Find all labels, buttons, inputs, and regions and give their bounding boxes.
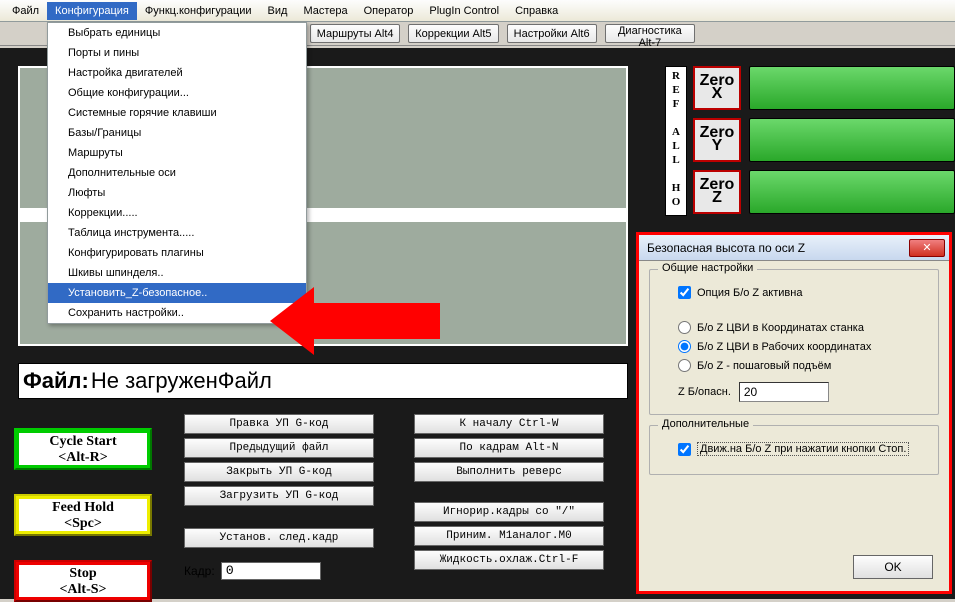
zero-z-button[interactable]: ZeroZ [693, 170, 741, 214]
close-icon[interactable]: ✕ [909, 239, 945, 257]
tab-routes[interactable]: Маршруты Alt4 [310, 24, 400, 43]
work-coords-radio[interactable] [678, 340, 691, 353]
file-value: Не загруженФайл [91, 368, 272, 394]
safe-z-active-label: Опция Б/о Z активна [697, 287, 802, 299]
close-gcode-button[interactable]: Закрыть УП G-код [184, 462, 374, 482]
feed-hold-button[interactable]: Feed Hold<Spc> [14, 494, 152, 536]
group1-legend: Общие настройки [658, 262, 757, 274]
menu-help[interactable]: Справка [507, 2, 566, 20]
safe-z-field-label: Z Б/опасн. [678, 386, 731, 398]
dialog-title: Безопасная высота по оси Z [643, 241, 909, 255]
prev-file-button[interactable]: Предыдущий файл [184, 438, 374, 458]
flood-button[interactable]: Жидкость.охлаж.Ctrl-F [414, 550, 604, 570]
tab-diagnostics[interactable]: Диагностика Alt-7 [605, 24, 695, 43]
menubar: Файл Конфигурация Функц.конфигурации Вид… [0, 0, 955, 22]
additional-group: Дополнительные Движ.на Б/о Z при нажатии… [649, 425, 939, 475]
edit-gcode-button[interactable]: Правка УП G-код [184, 414, 374, 434]
rewind-button[interactable]: К началу Ctrl-W [414, 414, 604, 434]
optional-stop-button[interactable]: Приним. M1аналог.M0 [414, 526, 604, 546]
stop-button[interactable]: Stop<Alt-S> [14, 560, 152, 602]
dd-spindle-pulleys[interactable]: Шкивы шпинделя.. [48, 263, 306, 283]
line-number-row: Кадр: [184, 562, 321, 580]
safe-z-dialog: Безопасная высота по оси Z ✕ Общие настр… [636, 232, 952, 594]
dd-motor-tuning[interactable]: Настройка двигателей [48, 63, 306, 83]
single-step-button[interactable]: По кадрам Alt-N [414, 438, 604, 458]
zero-y-button[interactable]: ZeroY [693, 118, 741, 162]
cycle-start-button[interactable]: Cycle Start<Alt-R> [14, 428, 152, 470]
dd-save-settings[interactable]: Сохранить настройки.. [48, 303, 306, 323]
config-dropdown: Выбрать единицы Порты и пины Настройка д… [47, 22, 307, 324]
dd-safe-z[interactable]: Установить_Z-безопасное.. [48, 283, 306, 303]
stop-move-checkbox[interactable] [678, 443, 691, 456]
dd-select-units[interactable]: Выбрать единицы [48, 23, 306, 43]
menu-plugin[interactable]: PlugIn Control [421, 2, 507, 20]
menu-file[interactable]: Файл [4, 2, 47, 20]
safe-z-active-checkbox[interactable] [678, 286, 691, 299]
load-gcode-button[interactable]: Загрузить УП G-код [184, 486, 374, 506]
incremental-label: Б/о Z - пошаговый подъём [697, 360, 831, 372]
file-line: Файл: Не загруженФайл [18, 363, 628, 399]
machine-coords-radio[interactable] [678, 321, 691, 334]
menu-wizards[interactable]: Мастера [295, 2, 355, 20]
dialog-titlebar: Безопасная высота по оси Z ✕ [639, 235, 949, 261]
annotation-arrow [310, 303, 440, 339]
dro-x [749, 66, 955, 110]
dro-z [749, 170, 955, 214]
set-next-line-button[interactable]: Установ. след.кадр [184, 528, 374, 548]
dd-slave-axis[interactable]: Дополнительные оси [48, 163, 306, 183]
dd-hotkeys[interactable]: Системные горячие клавиши [48, 103, 306, 123]
line-label: Кадр: [184, 564, 215, 578]
general-settings-group: Общие настройки Опция Б/о Z активна Б/о … [649, 269, 939, 415]
dd-general-config[interactable]: Общие конфигурации... [48, 83, 306, 103]
dd-fixtures[interactable]: Коррекции..... [48, 203, 306, 223]
incremental-radio[interactable] [678, 359, 691, 372]
dro-y [749, 118, 955, 162]
dd-config-plugins[interactable]: Конфигурировать плагины [48, 243, 306, 263]
dd-backlash[interactable]: Люфты [48, 183, 306, 203]
menu-func-config[interactable]: Функц.конфигурации [137, 2, 260, 20]
stop-move-label: Движ.на Б/о Z при нажатии кнопки Стоп. [697, 442, 909, 456]
tab-corrections[interactable]: Коррекции Alt5 [408, 24, 498, 43]
menu-view[interactable]: Вид [260, 2, 296, 20]
reverse-run-button[interactable]: Выполнить реверс [414, 462, 604, 482]
group2-legend: Дополнительные [658, 418, 753, 430]
safe-z-input[interactable] [739, 382, 829, 402]
work-coords-label: Б/о Z ЦВИ в Рабочих координатах [697, 341, 871, 353]
zero-x-button[interactable]: ZeroX [693, 66, 741, 110]
menu-operator[interactable]: Оператор [356, 2, 422, 20]
dd-ports-pins[interactable]: Порты и пины [48, 43, 306, 63]
dd-homing-limits[interactable]: Базы/Границы [48, 123, 306, 143]
ok-button[interactable]: OK [853, 555, 933, 579]
tab-settings[interactable]: Настройки Alt6 [507, 24, 597, 43]
file-label: Файл: [19, 368, 91, 394]
dd-tool-table[interactable]: Таблица инструмента..... [48, 223, 306, 243]
block-delete-button[interactable]: Игнорир.кадры со "/" [414, 502, 604, 522]
menu-config[interactable]: Конфигурация [47, 2, 137, 20]
dd-toolpath[interactable]: Маршруты [48, 143, 306, 163]
ref-all-home-button[interactable]: REFALLHO [665, 66, 687, 216]
line-input[interactable] [221, 562, 321, 580]
machine-coords-label: Б/о Z ЦВИ в Координатах станка [697, 322, 864, 334]
